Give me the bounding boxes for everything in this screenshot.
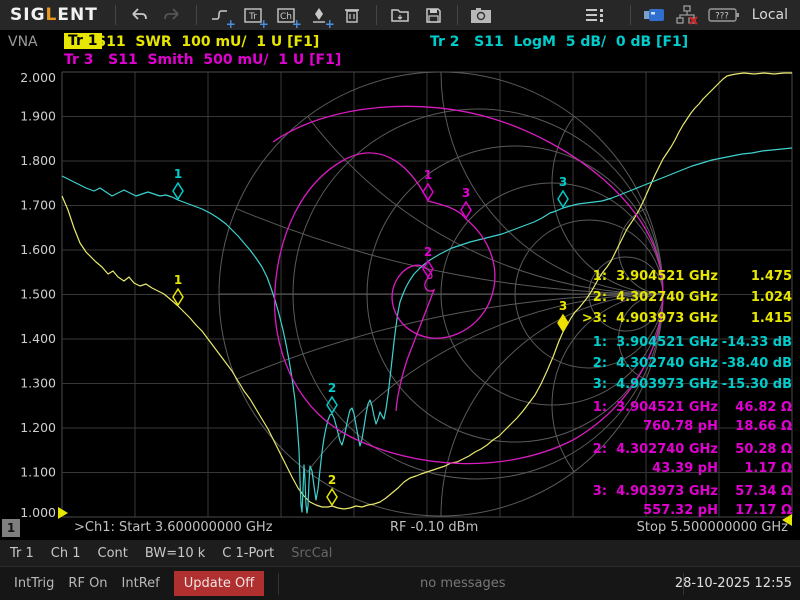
rf-power-label[interactable]: RF -0.10 dBm	[390, 520, 478, 535]
marker-swr-3[interactable]: 3	[558, 299, 568, 331]
toolbar-separator	[630, 5, 631, 25]
trace2-descriptor[interactable]: Tr 2 S11 LogM 5 dB/ 0 dB [F1]	[430, 34, 688, 50]
svg-text:3: 3	[559, 175, 567, 189]
status-item-c-1-port[interactable]: C 1-Port	[222, 546, 274, 561]
redo-icon[interactable]	[159, 3, 186, 27]
trace3-descriptor[interactable]: Tr 3 S11 Smith 500 mU/ 1 U [F1]	[64, 52, 341, 68]
y-axis-tick-label: 1.700	[20, 198, 56, 213]
status-bar-2: IntTrig RF On IntRef Update Off no messages…	[0, 566, 800, 600]
datetime-label: 28-10-2025 12:55	[675, 576, 792, 591]
y-axis-tick-label: 2.000	[20, 70, 56, 85]
y-axis-tick-label: 1.200	[20, 420, 56, 435]
marker-readout-row: 1: 3.904521 GHz-14.33 dB	[578, 332, 792, 353]
marker-readout-row: 3: 4.903973 GHz-15.30 dB	[578, 374, 792, 395]
svg-text:???: ???	[715, 12, 729, 22]
marker-readout-row: 2: 4.302740 GHz-38.40 dB	[578, 353, 792, 374]
status-item-srccal[interactable]: SrcCal	[291, 546, 332, 561]
vna-screen: SIGLENT + Tr + Ch + +	[0, 0, 800, 600]
sweep-start-label[interactable]: >Ch1: Start 3.600000000 GHz	[74, 520, 273, 535]
marker-readout-row: 3: 4.903973 GHz57.34 Ω	[578, 482, 792, 501]
sweep-stop-label[interactable]: Stop 5.500000000 GHz	[637, 520, 788, 535]
status-item-tr-1[interactable]: Tr 1	[10, 546, 34, 561]
add-sweep-icon[interactable]: +	[207, 3, 234, 27]
svg-text:2: 2	[328, 473, 336, 487]
y-axis-tick-label: 1.000	[20, 505, 56, 520]
marker-smith-1[interactable]: 1	[423, 168, 433, 200]
marker-swr-1[interactable]: 1	[173, 273, 183, 305]
battery-unknown-icon[interactable]: ???	[707, 3, 741, 27]
y-axis-labels: 2.000 1.900 1.800 1.700 1.600 1.500 1.400 1.300…	[20, 70, 56, 520]
toolbar-separator	[196, 5, 197, 25]
svg-text:2: 2	[328, 381, 336, 395]
channel-number-box[interactable]: 1	[2, 519, 20, 537]
open-file-icon[interactable]	[387, 3, 414, 27]
toolbar: SIGLENT + Tr + Ch + +	[0, 0, 800, 30]
delete-icon[interactable]	[339, 3, 366, 27]
status-item-ch-1[interactable]: Ch 1	[51, 546, 81, 561]
separator	[278, 573, 279, 595]
toolbar-separator	[115, 5, 116, 25]
marker-readout-logm: 1: 3.904521 GHz-14.33 dB2: 4.302740 GHz-…	[578, 332, 792, 395]
marker-readout-smith: 1: 3.904521 GHz46.82 Ω760.78 pH18.66 Ω 2:…	[578, 398, 792, 520]
siglent-logo: SIGLENT	[10, 5, 98, 25]
marker-readout-row: >3: 4.903973 GHz1.415	[578, 308, 792, 329]
marker-readout-row: 760.78 pH18.66 Ω	[578, 417, 792, 436]
svg-text:1: 1	[174, 273, 182, 287]
marker-readout-swr: 1: 3.904521 GHz1.4752: 4.302740 GHz1.024…	[578, 266, 792, 329]
add-marker-icon[interactable]: +	[306, 3, 333, 27]
marker-readout-row: 2: 4.302740 GHz1.024	[578, 287, 792, 308]
undo-icon[interactable]	[126, 3, 153, 27]
y-axis-tick-label: 1.900	[20, 109, 56, 124]
status-item-rf-on[interactable]: RF On	[68, 576, 107, 591]
svg-text:3: 3	[462, 186, 470, 200]
marker-readout-row: 2: 4.302740 GHz50.28 Ω	[578, 440, 792, 459]
add-trace-icon[interactable]: Tr +	[240, 3, 267, 27]
update-off-badge[interactable]: Update Off	[174, 571, 264, 596]
trace1-descriptor[interactable]: S11 SWR 100 mU/ 1 U [F1]	[96, 34, 319, 50]
menu-icon[interactable]	[582, 3, 609, 27]
usb-icon[interactable]	[641, 3, 668, 27]
marker-logm-1[interactable]: 1	[173, 167, 183, 199]
status-bar-1: Tr 1 Ch 1 Cont BW=10 k C 1-Port SrcCal	[0, 540, 800, 566]
add-channel-icon[interactable]: Ch +	[273, 3, 300, 27]
svg-text:Ch: Ch	[280, 12, 292, 22]
save-icon[interactable]	[420, 3, 447, 27]
marker-readout-row: 43.39 pH1.17 Ω	[578, 459, 792, 478]
svg-text:1: 1	[424, 168, 432, 182]
marker-logm-3[interactable]: 3	[558, 175, 568, 207]
toolbar-separator	[376, 5, 377, 25]
toolbar-separator	[457, 5, 458, 25]
y-axis-tick-label: 1.400	[20, 331, 56, 346]
y-axis-tick-label: 1.100	[20, 465, 56, 480]
status-item-inttrig[interactable]: IntTrig	[14, 576, 54, 591]
local-button[interactable]: Local	[752, 7, 788, 23]
lan-error-icon[interactable]	[674, 3, 701, 27]
status-item-cont[interactable]: Cont	[98, 546, 128, 561]
marker-readout-row: 557.32 pH17.17 Ω	[578, 501, 792, 520]
y-axis-tick-label: 1.600	[20, 242, 56, 257]
marker-smith-3[interactable]: 3	[461, 186, 471, 218]
svg-text:3: 3	[559, 299, 567, 313]
marker-smith-2[interactable]: 2	[423, 245, 433, 277]
vna-label: VNA	[8, 34, 38, 50]
svg-text:2: 2	[424, 245, 432, 259]
y-axis-tick-label: 1.300	[20, 376, 56, 391]
y-axis-tick-label: 1.500	[20, 287, 56, 302]
y-axis-tick-label: 1.800	[20, 153, 56, 168]
svg-text:Tr: Tr	[248, 12, 257, 22]
svg-text:1: 1	[174, 167, 182, 181]
message-area: no messages	[420, 576, 506, 591]
status-item-intref[interactable]: IntRef	[122, 576, 160, 591]
marker-readout-row: 1: 3.904521 GHz1.475	[578, 266, 792, 287]
screenshot-icon[interactable]	[468, 3, 495, 27]
marker-readout-row: 1: 3.904521 GHz46.82 Ω	[578, 398, 792, 417]
status-item-bw-10-k[interactable]: BW=10 k	[145, 546, 205, 561]
